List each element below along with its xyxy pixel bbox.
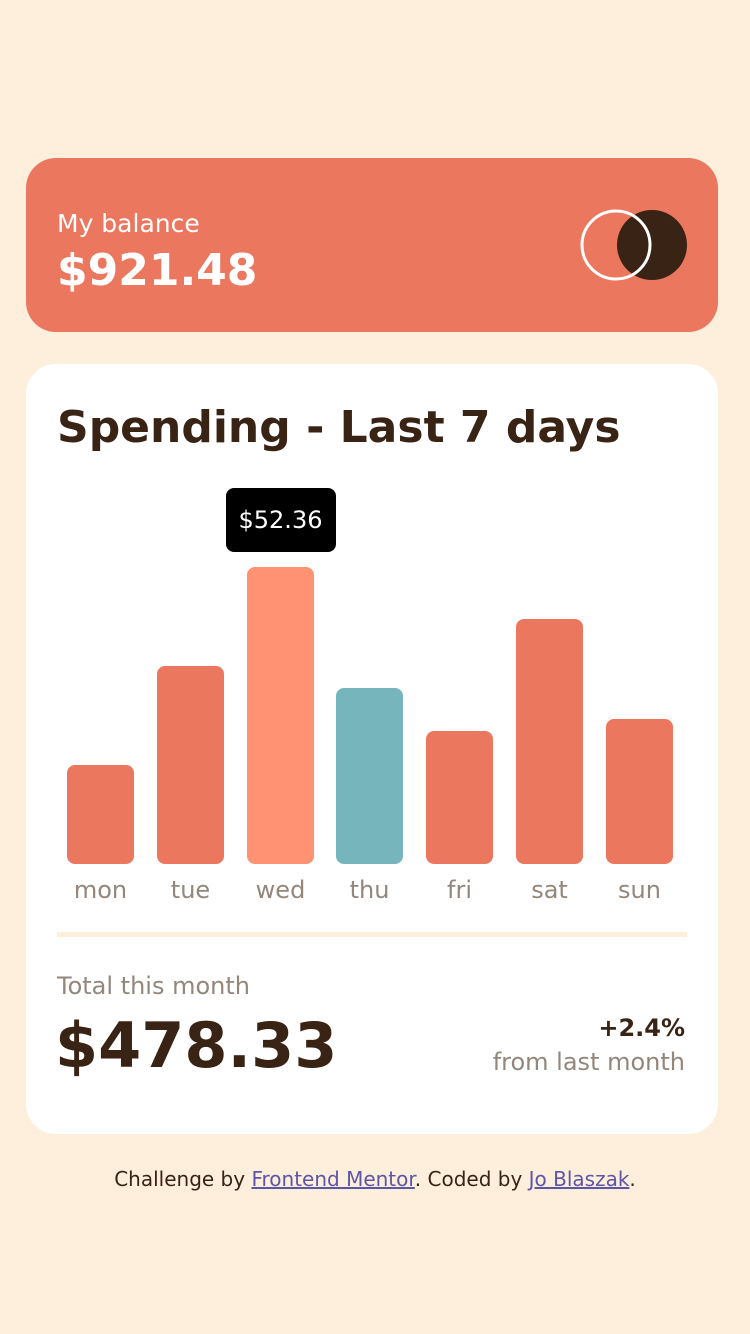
day-label-thu: thu — [349, 876, 390, 904]
day-label-mon: mon — [73, 876, 128, 904]
balance-amount: $921.48 — [57, 245, 258, 296]
divider — [57, 932, 687, 937]
logo-filled-circle — [617, 210, 687, 280]
change-percent: +2.4% — [598, 1014, 685, 1042]
bar-mon[interactable] — [67, 765, 134, 864]
day-label-sun: sun — [618, 876, 661, 904]
author-link[interactable]: Jo Blaszak — [529, 1167, 630, 1191]
bar-wed[interactable] — [247, 567, 314, 864]
frontend-mentor-link[interactable]: Frontend Mentor — [251, 1167, 414, 1191]
spending-card: Spending - Last 7 days mon tue wed $52.36 th… — [26, 364, 718, 1134]
attribution-middle: . Coded by — [414, 1167, 523, 1191]
balance-card: My balance $921.48 — [26, 158, 718, 332]
day-label-wed: wed — [255, 876, 306, 904]
change-caption: from last month — [492, 1048, 685, 1076]
day-label-tue: tue — [170, 876, 211, 904]
bar-thu[interactable] — [336, 688, 403, 864]
spending-bar-chart: mon tue wed $52.36 thu fri sat sun — [26, 364, 718, 924]
bar-sun[interactable] — [606, 719, 673, 864]
total-label: Total this month — [57, 972, 250, 1000]
amount-tooltip: $52.36 — [225, 488, 336, 552]
attribution-prefix: Challenge by — [114, 1167, 246, 1191]
bar-fri[interactable] — [426, 731, 493, 864]
day-label-sat: sat — [531, 876, 568, 904]
bar-sat[interactable] — [516, 619, 583, 864]
day-label-fri: fri — [447, 876, 472, 904]
attribution-suffix: . — [629, 1167, 636, 1191]
bar-tue[interactable] — [157, 666, 224, 864]
two-circles-logo-icon — [580, 209, 687, 281]
attribution: Challenge by Frontend Mentor. Coded by J… — [0, 1164, 750, 1194]
total-amount: $478.33 — [55, 1009, 338, 1082]
balance-label: My balance — [57, 209, 200, 238]
